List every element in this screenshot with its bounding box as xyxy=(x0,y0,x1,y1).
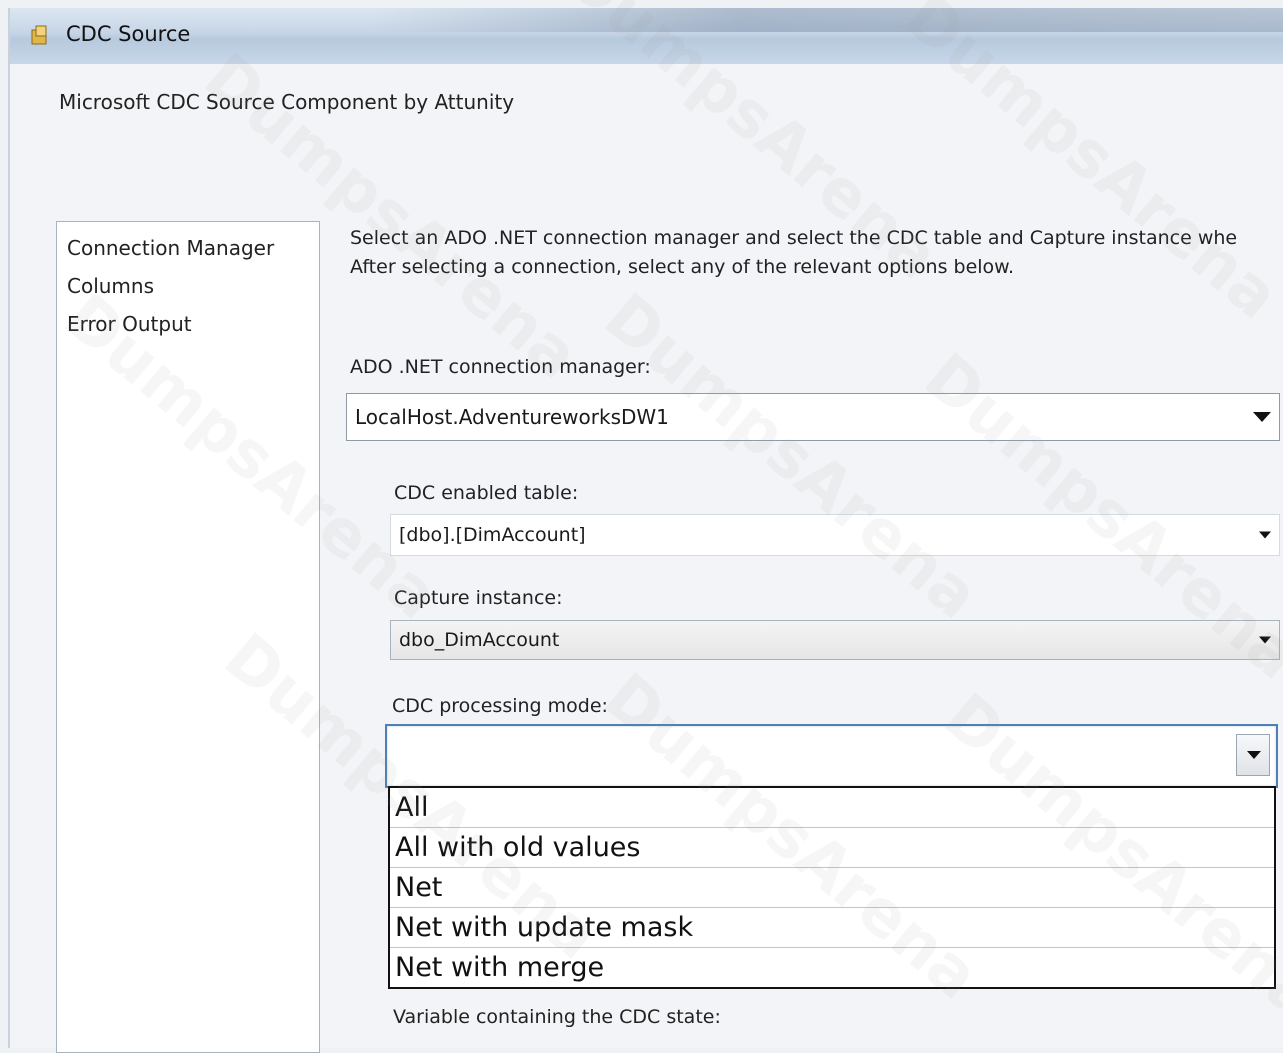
title-bar[interactable]: CDC Source xyxy=(10,8,1283,64)
chevron-down-icon[interactable] xyxy=(1253,412,1271,422)
connection-manager-label: ADO .NET connection manager: xyxy=(350,356,651,378)
option-all[interactable]: All xyxy=(390,788,1274,828)
chevron-down-icon[interactable] xyxy=(1259,636,1271,644)
cdc-table-select[interactable]: [dbo].[DimAccount] xyxy=(390,514,1280,556)
instructions-line-2: After selecting a connection, select any… xyxy=(350,256,1014,278)
state-variable-label: Variable containing the CDC state: xyxy=(393,1006,721,1028)
cdc-table-label: CDC enabled table: xyxy=(394,482,579,504)
connection-manager-select[interactable]: LocalHost.AdventureworksDW1 xyxy=(346,393,1280,441)
component-icon xyxy=(31,25,47,45)
navigation-panel: Connection Manager Columns Error Output xyxy=(56,221,320,1053)
instructions-line-1: Select an ADO .NET connection manager an… xyxy=(350,227,1238,249)
connection-manager-value: LocalHost.AdventureworksDW1 xyxy=(355,405,669,429)
processing-mode-select[interactable] xyxy=(385,724,1278,788)
window-title: CDC Source xyxy=(66,22,191,46)
option-net-with-update-mask[interactable]: Net with update mask xyxy=(390,908,1274,948)
capture-instance-value: dbo_DimAccount xyxy=(399,629,560,651)
option-net-with-merge[interactable]: Net with merge xyxy=(390,948,1274,988)
option-net[interactable]: Net xyxy=(390,868,1274,908)
component-heading: Microsoft CDC Source Component by Attuni… xyxy=(59,90,515,114)
capture-instance-select[interactable]: dbo_DimAccount xyxy=(390,620,1280,660)
processing-mode-label: CDC processing mode: xyxy=(392,695,608,717)
option-all-with-old-values[interactable]: All with old values xyxy=(390,828,1274,868)
processing-mode-options: All All with old values Net Net with upd… xyxy=(388,786,1276,989)
cdc-table-value: [dbo].[DimAccount] xyxy=(399,524,586,546)
nav-item-connection-manager[interactable]: Connection Manager xyxy=(67,236,274,260)
processing-mode-dropdown-button[interactable] xyxy=(1236,734,1270,776)
capture-instance-label: Capture instance: xyxy=(394,587,563,609)
nav-item-columns[interactable]: Columns xyxy=(67,274,154,298)
chevron-down-icon[interactable] xyxy=(1247,751,1261,759)
instructions-text: Select an ADO .NET connection manager an… xyxy=(350,224,1237,282)
nav-item-error-output[interactable]: Error Output xyxy=(67,312,192,336)
chevron-down-icon[interactable] xyxy=(1259,531,1271,539)
